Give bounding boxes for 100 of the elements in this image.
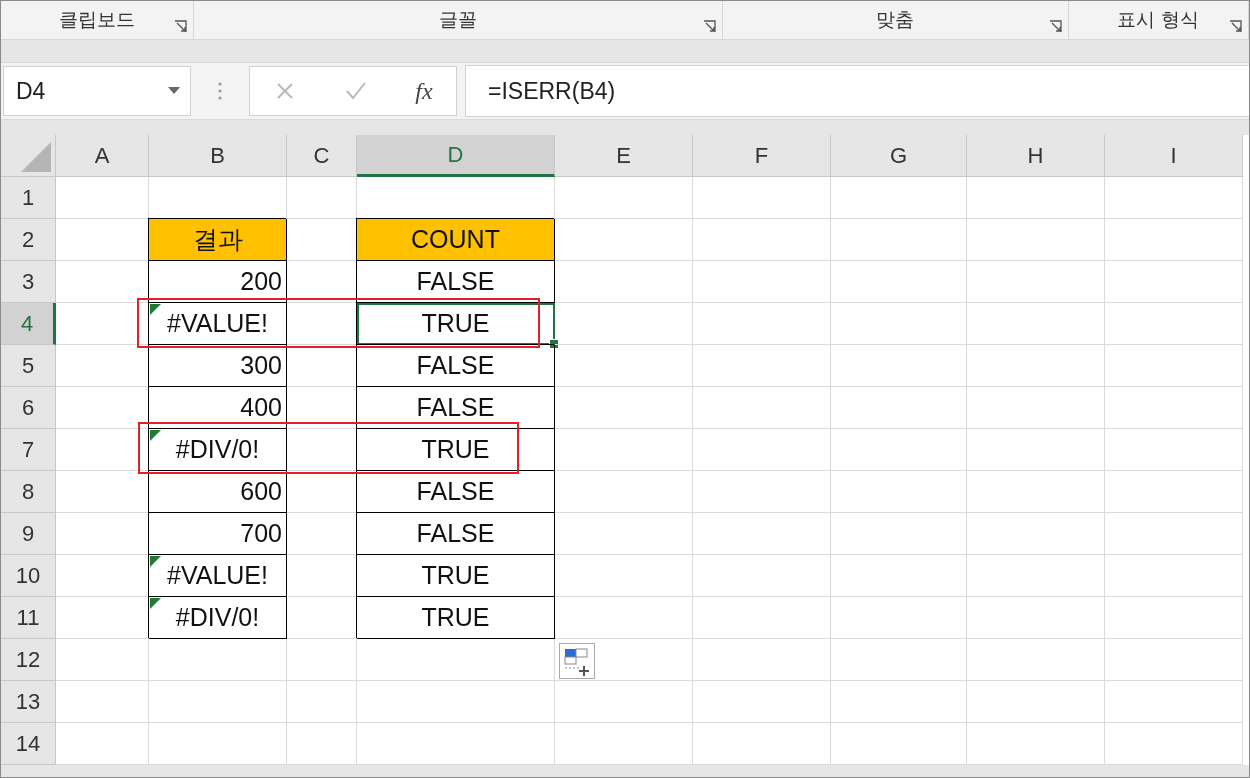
- row-header[interactable]: 13: [1, 681, 56, 723]
- row-header[interactable]: 4: [1, 303, 56, 345]
- empty-cell[interactable]: [693, 723, 831, 765]
- empty-cell[interactable]: [555, 723, 693, 765]
- empty-cell[interactable]: [693, 555, 831, 597]
- row-header[interactable]: 2: [1, 219, 56, 261]
- empty-cell[interactable]: [693, 681, 831, 723]
- row-header[interactable]: 10: [1, 555, 56, 597]
- empty-cell[interactable]: [357, 681, 555, 723]
- name-box[interactable]: D4: [3, 66, 191, 116]
- fill-handle[interactable]: [549, 339, 559, 349]
- empty-cell[interactable]: [555, 177, 693, 219]
- empty-cell[interactable]: [967, 471, 1105, 513]
- column-header[interactable]: A: [56, 135, 149, 177]
- empty-cell[interactable]: [1105, 555, 1243, 597]
- empty-cell[interactable]: [967, 429, 1105, 471]
- empty-cell[interactable]: [1105, 723, 1243, 765]
- empty-cell[interactable]: [831, 723, 967, 765]
- dialog-launcher-icon[interactable]: [1229, 20, 1242, 33]
- dialog-launcher-icon[interactable]: [702, 20, 716, 33]
- empty-cell[interactable]: [1105, 261, 1243, 303]
- empty-cell[interactable]: [693, 303, 831, 345]
- insert-function-button[interactable]: fx: [415, 77, 433, 105]
- empty-cell[interactable]: [1105, 303, 1243, 345]
- empty-cell[interactable]: [555, 345, 693, 387]
- empty-cell[interactable]: [555, 261, 693, 303]
- empty-cell[interactable]: [967, 723, 1105, 765]
- column-header[interactable]: G: [831, 135, 967, 177]
- empty-cell[interactable]: [831, 219, 967, 261]
- empty-cell[interactable]: [693, 597, 831, 639]
- empty-cell[interactable]: [555, 555, 693, 597]
- empty-cell[interactable]: [555, 681, 693, 723]
- empty-cell[interactable]: [967, 639, 1105, 681]
- empty-cell[interactable]: [693, 177, 831, 219]
- empty-cell[interactable]: [555, 597, 693, 639]
- row-header[interactable]: 14: [1, 723, 56, 765]
- select-all-icon[interactable]: [21, 142, 51, 172]
- empty-cell[interactable]: [967, 345, 1105, 387]
- empty-cell[interactable]: [1105, 345, 1243, 387]
- empty-cell[interactable]: [555, 387, 693, 429]
- empty-cell[interactable]: [831, 639, 967, 681]
- empty-cell[interactable]: [967, 681, 1105, 723]
- empty-cell[interactable]: [1105, 513, 1243, 555]
- empty-cell[interactable]: [967, 597, 1105, 639]
- column-header[interactable]: C: [287, 135, 357, 177]
- empty-cell[interactable]: [1105, 387, 1243, 429]
- empty-cell[interactable]: [287, 639, 357, 681]
- empty-cell[interactable]: [149, 639, 287, 681]
- empty-cell[interactable]: [831, 261, 967, 303]
- empty-cell[interactable]: [967, 303, 1105, 345]
- empty-cell[interactable]: [831, 345, 967, 387]
- empty-cell[interactable]: [693, 219, 831, 261]
- empty-cell[interactable]: [555, 429, 693, 471]
- empty-cell[interactable]: [357, 639, 555, 681]
- empty-cell[interactable]: [831, 555, 967, 597]
- row-header[interactable]: 7: [1, 429, 56, 471]
- empty-cell[interactable]: [831, 429, 967, 471]
- empty-cell[interactable]: [693, 387, 831, 429]
- column-header[interactable]: F: [693, 135, 831, 177]
- row-header[interactable]: 8: [1, 471, 56, 513]
- caret-icon[interactable]: [168, 87, 180, 95]
- row-header[interactable]: 6: [1, 387, 56, 429]
- row-header[interactable]: 1: [1, 177, 56, 219]
- empty-cell[interactable]: [555, 513, 693, 555]
- empty-cell[interactable]: [831, 597, 967, 639]
- empty-cell[interactable]: [831, 303, 967, 345]
- empty-cell[interactable]: [693, 429, 831, 471]
- column-header[interactable]: B: [149, 135, 287, 177]
- empty-cell[interactable]: [831, 681, 967, 723]
- row-header[interactable]: 12: [1, 639, 56, 681]
- empty-cell[interactable]: [555, 471, 693, 513]
- column-header[interactable]: H: [967, 135, 1105, 177]
- empty-cell[interactable]: [693, 261, 831, 303]
- column-header[interactable]: I: [1105, 135, 1243, 177]
- empty-cell[interactable]: [149, 723, 287, 765]
- empty-cell[interactable]: [831, 513, 967, 555]
- empty-cell[interactable]: [693, 471, 831, 513]
- empty-cell[interactable]: [967, 261, 1105, 303]
- column-header[interactable]: E: [555, 135, 693, 177]
- empty-cell[interactable]: [287, 681, 357, 723]
- empty-cell[interactable]: [149, 681, 287, 723]
- empty-cell[interactable]: [967, 219, 1105, 261]
- row-header[interactable]: 9: [1, 513, 56, 555]
- empty-cell[interactable]: [1105, 177, 1243, 219]
- empty-cell[interactable]: [967, 387, 1105, 429]
- row-header[interactable]: 11: [1, 597, 56, 639]
- empty-cell[interactable]: [1105, 471, 1243, 513]
- empty-cell[interactable]: [831, 387, 967, 429]
- empty-cell[interactable]: [693, 345, 831, 387]
- empty-cell[interactable]: [967, 555, 1105, 597]
- empty-cell[interactable]: [1105, 219, 1243, 261]
- empty-cell[interactable]: [555, 303, 693, 345]
- dialog-launcher-icon[interactable]: [174, 20, 188, 33]
- row-header[interactable]: 5: [1, 345, 56, 387]
- empty-cell[interactable]: [693, 639, 831, 681]
- empty-cell[interactable]: [357, 723, 555, 765]
- empty-cell[interactable]: [1105, 639, 1243, 681]
- column-header[interactable]: D: [357, 135, 555, 177]
- paste-options-icon[interactable]: [559, 643, 595, 679]
- empty-cell[interactable]: [967, 513, 1105, 555]
